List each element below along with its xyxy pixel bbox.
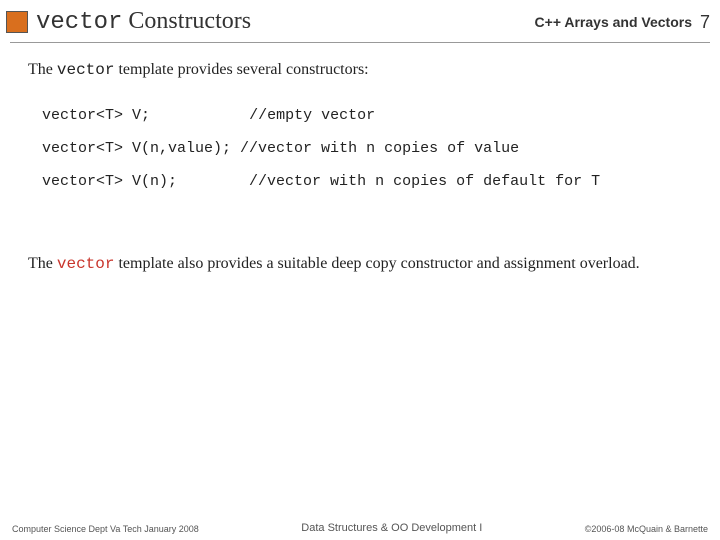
slide-body: The vector template provides several con… [0,43,720,273]
outro-code: vector [57,255,115,273]
intro-code: vector [57,61,115,79]
intro-suffix: template provides several constructors: [114,61,368,78]
code-line-1a: vector<T> V; [42,107,150,124]
footer-left: Computer Science Dept Va Tech January 20… [12,524,199,534]
code-block: vector<T> V; //empty vector vector<T> V(… [42,107,692,191]
code-line-1b: //empty vector [249,107,375,124]
bullet-square-icon [6,11,28,33]
slide-title: vector Constructors [36,8,535,36]
title-rest: Constructors [122,8,251,34]
page-number: 7 [700,12,710,33]
footer-right: ©2006-08 McQuain & Barnette [585,524,708,534]
code-line-2a: vector<T> V(n,value); [42,140,231,157]
code-line-2b: //vector with n copies of value [240,140,519,157]
code-line-3b: //vector with n copies of default for T [249,173,600,190]
intro-paragraph: The vector template provides several con… [28,61,692,79]
footer-center: Data Structures & OO Development I [301,522,482,534]
outro-suffix: template also provides a suitable deep c… [114,255,639,272]
outro-prefix: The [28,255,57,272]
course-subtitle: C++ Arrays and Vectors [535,14,692,30]
intro-prefix: The [28,61,57,78]
outro-paragraph: The vector template also provides a suit… [28,255,692,273]
title-code: vector [36,9,122,36]
slide-footer: Computer Science Dept Va Tech January 20… [0,522,720,534]
slide-header: vector Constructors C++ Arrays and Vecto… [0,0,720,42]
code-line-3a: vector<T> V(n); [42,173,177,190]
